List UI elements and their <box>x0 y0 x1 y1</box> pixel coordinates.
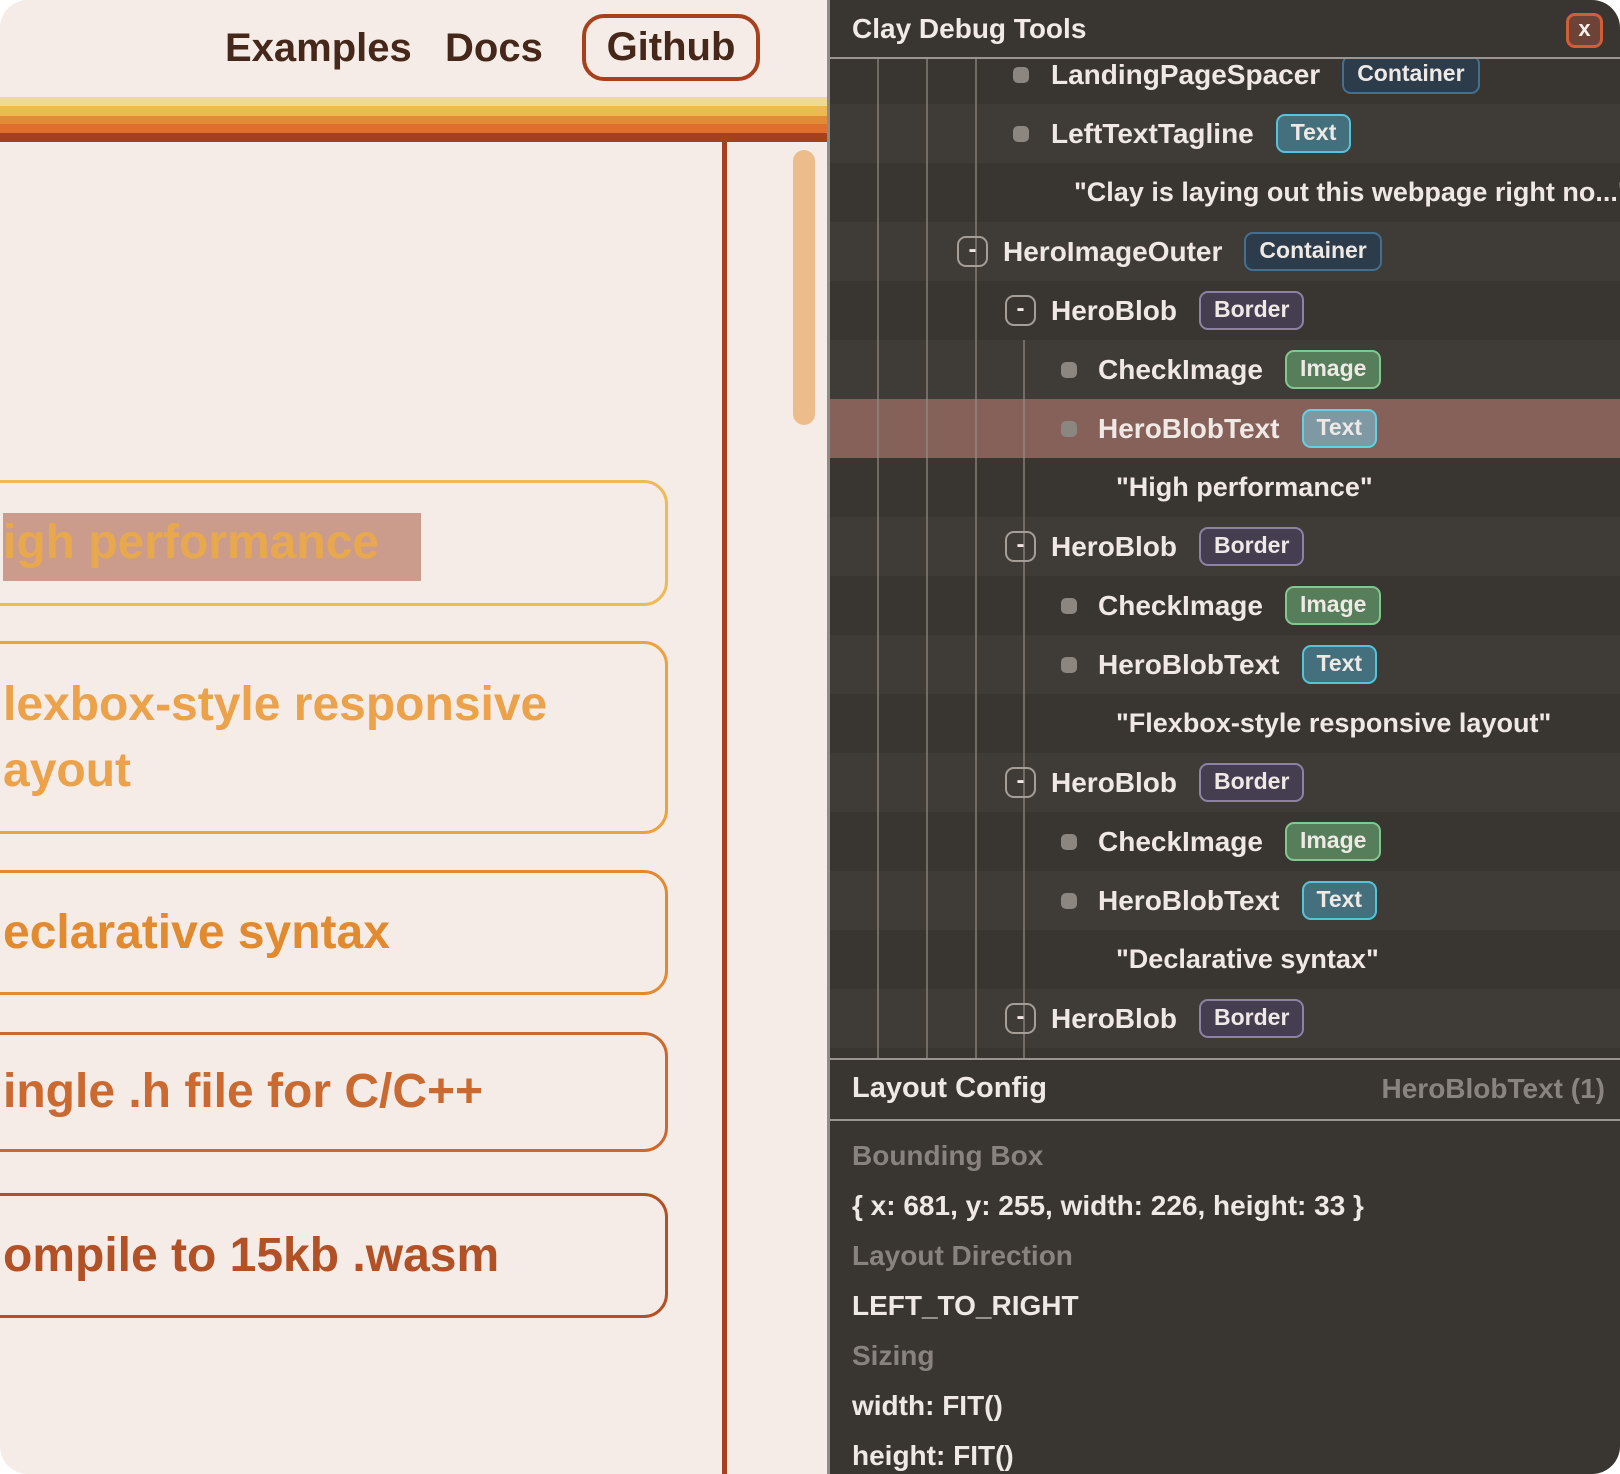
config-value: height: FIT() <box>830 1431 1620 1474</box>
feature-text: eclarative syntax <box>3 900 390 966</box>
layout-config-body: Bounding Box { x: 681, y: 255, width: 22… <box>830 1119 1620 1474</box>
collapse-expander-icon[interactable]: - <box>1005 531 1036 562</box>
debug-panel-header: Clay Debug Tools x <box>830 0 1620 57</box>
config-label: Layout Direction <box>830 1231 1620 1281</box>
github-button[interactable]: Github <box>582 14 760 81</box>
text-content: "Flexbox-style responsive layout" <box>1116 708 1551 739</box>
config-separator <box>830 1119 1620 1121</box>
feature-box: ompile to 15kb .wasm <box>0 1193 668 1318</box>
element-name: HeroBlobText <box>1098 649 1280 681</box>
element-type-badge: Container <box>1342 59 1479 94</box>
feature-box: ingle .h file for C/C++ <box>0 1032 668 1152</box>
debug-panel-title: Clay Debug Tools <box>852 13 1086 45</box>
layout-config-title: Layout Config <box>852 1072 1047 1105</box>
tree-text-row[interactable]: "Declarative syntax" <box>830 930 1620 989</box>
element-type-badge: Text <box>1302 645 1378 684</box>
element-name: HeroBlob <box>1051 767 1177 799</box>
collapse-expander-icon[interactable]: - <box>1005 1003 1036 1034</box>
tree-row[interactable]: - HeroBlob Border <box>830 989 1620 1048</box>
collapse-expander-icon[interactable]: - <box>957 236 988 267</box>
vertical-divider <box>722 142 727 1474</box>
tree-config-separator <box>830 1058 1620 1060</box>
config-label: Sizing <box>830 1331 1620 1381</box>
text-content: "High performance" <box>1116 472 1373 503</box>
element-type-badge: Border <box>1199 763 1304 802</box>
tree-row[interactable]: CheckImage Image <box>830 812 1620 871</box>
element-name: CheckImage <box>1098 826 1263 858</box>
element-name: LandingPageSpacer <box>1051 59 1320 91</box>
element-name: CheckImage <box>1098 354 1263 386</box>
bullet-icon <box>1061 598 1077 614</box>
element-type-badge: Image <box>1285 822 1381 861</box>
element-type-badge: Image <box>1285 350 1381 389</box>
screen: Examples Docs Github igh performance lex… <box>0 0 1620 1474</box>
element-name: LeftTextTagline <box>1051 118 1254 150</box>
element-name: HeroBlobText <box>1098 413 1280 445</box>
collapse-expander-icon[interactable]: - <box>1005 767 1036 798</box>
element-type-badge: Image <box>1285 586 1381 625</box>
feature-text: ingle .h file for C/C++ <box>3 1059 483 1125</box>
collapse-expander-icon[interactable]: - <box>1005 295 1036 326</box>
nav-link-examples[interactable]: Examples <box>225 0 412 97</box>
feature-box: igh performance <box>0 480 668 606</box>
tree-text-row[interactable]: "High performance" <box>830 458 1620 517</box>
feature-text: igh performance <box>3 510 379 576</box>
tree-row[interactable]: - HeroBlob Border <box>830 753 1620 812</box>
bullet-icon <box>1061 362 1077 378</box>
tree-row[interactable]: - HeroImageOuter Container <box>830 222 1620 281</box>
clay-debug-panel: Clay Debug Tools x LandingPageSpacer Cont… <box>827 0 1620 1474</box>
element-tree: LandingPageSpacer Container LeftTextTagli… <box>830 59 1620 1058</box>
config-value: LEFT_TO_RIGHT <box>830 1281 1620 1331</box>
tree-row[interactable]: CheckImage Image <box>830 576 1620 635</box>
element-type-badge: Text <box>1302 881 1378 920</box>
bullet-icon <box>1013 67 1029 83</box>
text-content: "Clay is laying out this webpage right n… <box>1074 177 1620 208</box>
tree-text-row[interactable]: "Clay is laying out this webpage right n… <box>830 163 1620 222</box>
tree-row[interactable]: - HeroBlob Border <box>830 281 1620 340</box>
tree-row[interactable]: CheckImage Image <box>830 340 1620 399</box>
tree-text-row[interactable]: "Flexbox-style responsive layout" <box>830 694 1620 753</box>
feature-box: lexbox-style responsive ayout <box>0 641 668 834</box>
tree-row[interactable]: HeroBlobText Text <box>830 871 1620 930</box>
feature-box: eclarative syntax <box>0 870 668 995</box>
bullet-icon <box>1061 421 1077 437</box>
bullet-icon <box>1061 834 1077 850</box>
element-type-badge: Border <box>1199 999 1304 1038</box>
element-name: HeroBlob <box>1051 531 1177 563</box>
element-name: HeroBlobText <box>1098 885 1280 917</box>
config-value: { x: 681, y: 255, width: 226, height: 33… <box>830 1181 1620 1231</box>
element-type-badge: Container <box>1244 232 1381 271</box>
page-scrollbar-thumb[interactable] <box>793 150 815 425</box>
text-content: "Declarative syntax" <box>1116 944 1379 975</box>
config-label: Bounding Box <box>830 1131 1620 1181</box>
element-type-badge: Border <box>1199 291 1304 330</box>
feature-text: lexbox-style responsive ayout <box>3 672 583 804</box>
header-separator <box>830 57 1620 59</box>
element-name: HeroBlob <box>1051 1003 1177 1035</box>
layout-config-header: Layout Config HeroBlobText (1) <box>830 1058 1620 1119</box>
tree-row[interactable]: HeroBlobText Text <box>830 635 1620 694</box>
bullet-icon <box>1061 893 1077 909</box>
tree-row[interactable]: HeroBlobText Text <box>830 399 1620 458</box>
tree-row[interactable]: LeftTextTagline Text <box>830 104 1620 163</box>
element-name: CheckImage <box>1098 590 1263 622</box>
close-icon[interactable]: x <box>1566 13 1603 48</box>
element-name: HeroBlob <box>1051 295 1177 327</box>
element-name: HeroImageOuter <box>1003 236 1222 268</box>
tree-row[interactable]: - HeroBlob Border <box>830 517 1620 576</box>
element-type-badge: Text <box>1276 114 1352 153</box>
bullet-icon <box>1013 126 1029 142</box>
nav-link-docs[interactable]: Docs <box>445 0 543 97</box>
config-value: width: FIT() <box>830 1381 1620 1431</box>
tree-row[interactable]: LandingPageSpacer Container <box>830 59 1620 104</box>
element-type-badge: Border <box>1199 527 1304 566</box>
feature-text: ompile to 15kb .wasm <box>3 1223 499 1289</box>
element-type-badge: Text <box>1302 409 1378 448</box>
bullet-icon <box>1061 657 1077 673</box>
selected-element-label: HeroBlobText (1) <box>1382 1073 1606 1105</box>
